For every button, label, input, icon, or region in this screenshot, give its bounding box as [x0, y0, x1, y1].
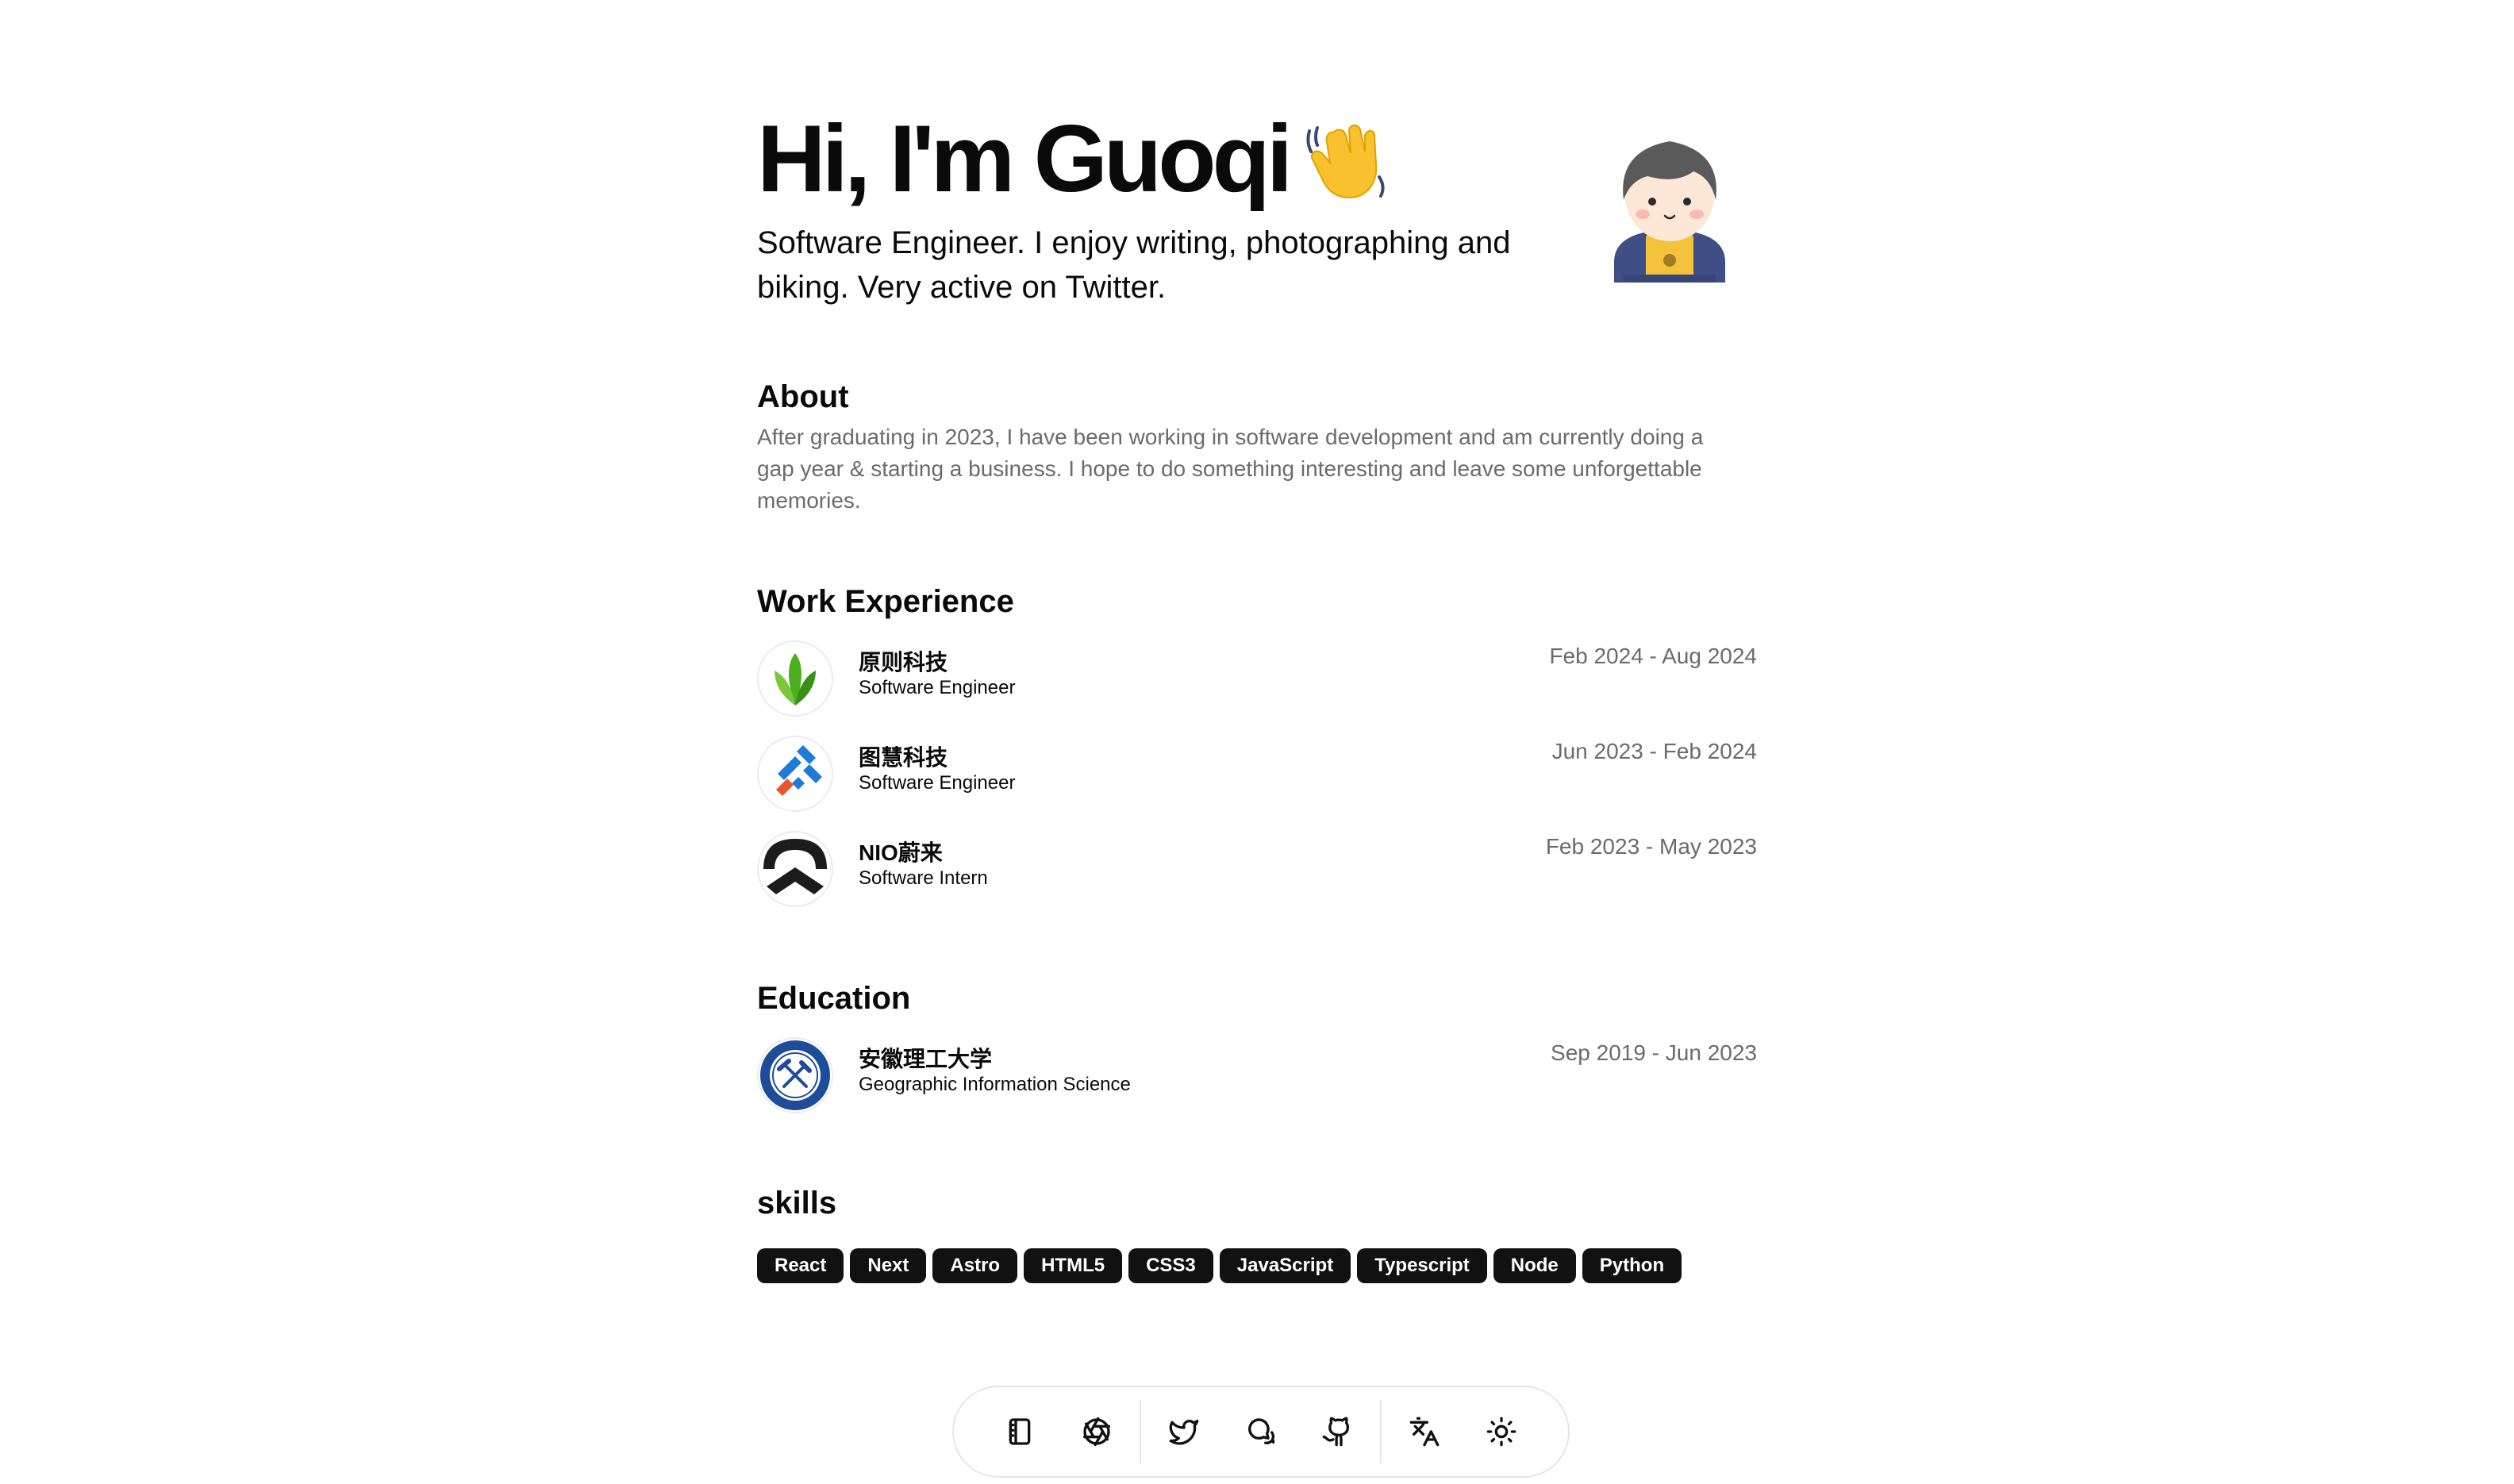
work-dates: Feb 2023 - May 2023	[1545, 834, 1757, 859]
sun-icon[interactable]	[1480, 1409, 1523, 1454]
work-role: Software Intern	[859, 867, 988, 889]
skills-list: React Next Astro HTML5 CSS3 JavaScript T…	[757, 1248, 1757, 1283]
skill-chip[interactable]: Node	[1493, 1248, 1576, 1283]
bottom-dock	[952, 1386, 1570, 1478]
education-list: 安徽理工大学 Geographic Information Science Se…	[757, 1037, 1757, 1132]
github-icon[interactable]	[1316, 1409, 1359, 1454]
twitter-icon[interactable]	[1163, 1409, 1205, 1454]
work-heading: Work Experience	[757, 584, 1014, 619]
hero-subtitle: Software Engineer. I enjoy writing, phot…	[757, 225, 1511, 305]
blue-orange-logo	[757, 736, 833, 812]
hero-title: Hi, I'm Guoqi	[757, 111, 1390, 206]
hero: Hi, I'm Guoqi Software Engineer. I enjoy…	[757, 103, 1757, 317]
skill-chip[interactable]: React	[757, 1248, 844, 1283]
translate-icon[interactable]	[1403, 1409, 1446, 1454]
education-major: Geographic Information Science	[859, 1074, 1131, 1095]
green-leaf-logo	[757, 640, 833, 717]
chat-icon[interactable]	[1239, 1409, 1282, 1454]
skills-heading: skills	[757, 1186, 837, 1221]
education-heading: Education	[757, 981, 911, 1016]
university-seal-logo	[757, 1037, 833, 1113]
waving-hand-icon	[1303, 115, 1390, 202]
nio-logo	[757, 831, 833, 907]
work-role: Software Engineer	[859, 677, 1016, 698]
skill-chip[interactable]: Typescript	[1357, 1248, 1487, 1283]
about-text: After graduating in 2023, I have been wo…	[757, 425, 1704, 513]
education-section: Education 安徽理工大学 Geographic Information …	[757, 981, 1757, 1132]
dock-separator	[1139, 1400, 1141, 1463]
work-company: 图慧科技	[859, 745, 948, 770]
skill-chip[interactable]: CSS3	[1128, 1248, 1213, 1283]
skill-chip[interactable]: Astro	[932, 1248, 1018, 1283]
skill-chip[interactable]: Next	[850, 1248, 927, 1283]
work-section: Work Experience 原则科技 Software Engineer F…	[757, 584, 1757, 926]
about-section: About After graduating in 2023, I have b…	[757, 379, 1725, 517]
work-dates: Feb 2024 - Aug 2024	[1549, 644, 1757, 668]
education-item[interactable]: 安徽理工大学 Geographic Information Science Se…	[757, 1037, 1757, 1132]
aperture-icon[interactable]	[1074, 1409, 1117, 1454]
skill-chip[interactable]: Python	[1582, 1248, 1682, 1283]
work-item[interactable]: 原则科技 Software Engineer Feb 2024 - Aug 20…	[757, 640, 1757, 736]
work-dates: Jun 2023 - Feb 2024	[1551, 739, 1757, 763]
hero-title-text: Hi, I'm Guoqi	[757, 106, 1293, 212]
dock-separator	[1380, 1400, 1382, 1463]
work-list: 原则科技 Software Engineer Feb 2024 - Aug 20…	[757, 640, 1757, 926]
about-heading: About	[757, 379, 849, 414]
skill-chip[interactable]: JavaScript	[1219, 1248, 1351, 1283]
avatar	[1600, 127, 1739, 283]
work-company: NIO蔚来	[859, 840, 943, 865]
education-school: 安徽理工大学	[859, 1047, 993, 1071]
skills-section: skills React Next Astro HTML5 CSS3 JavaS…	[757, 1186, 1757, 1283]
resume-page: Hi, I'm Guoqi Software Engineer. I enjoy…	[757, 103, 1757, 1283]
education-dates: Sep 2019 - Jun 2023	[1551, 1040, 1757, 1065]
work-role: Software Engineer	[859, 772, 1016, 794]
skill-chip[interactable]: HTML5	[1024, 1248, 1123, 1283]
work-company: 原则科技	[859, 650, 948, 675]
work-item[interactable]: NIO蔚来 Software Intern Feb 2023 - May 202…	[757, 831, 1757, 926]
work-item[interactable]: 图慧科技 Software Engineer Jun 2023 - Feb 20…	[757, 736, 1757, 831]
notebook-icon[interactable]	[998, 1409, 1041, 1454]
